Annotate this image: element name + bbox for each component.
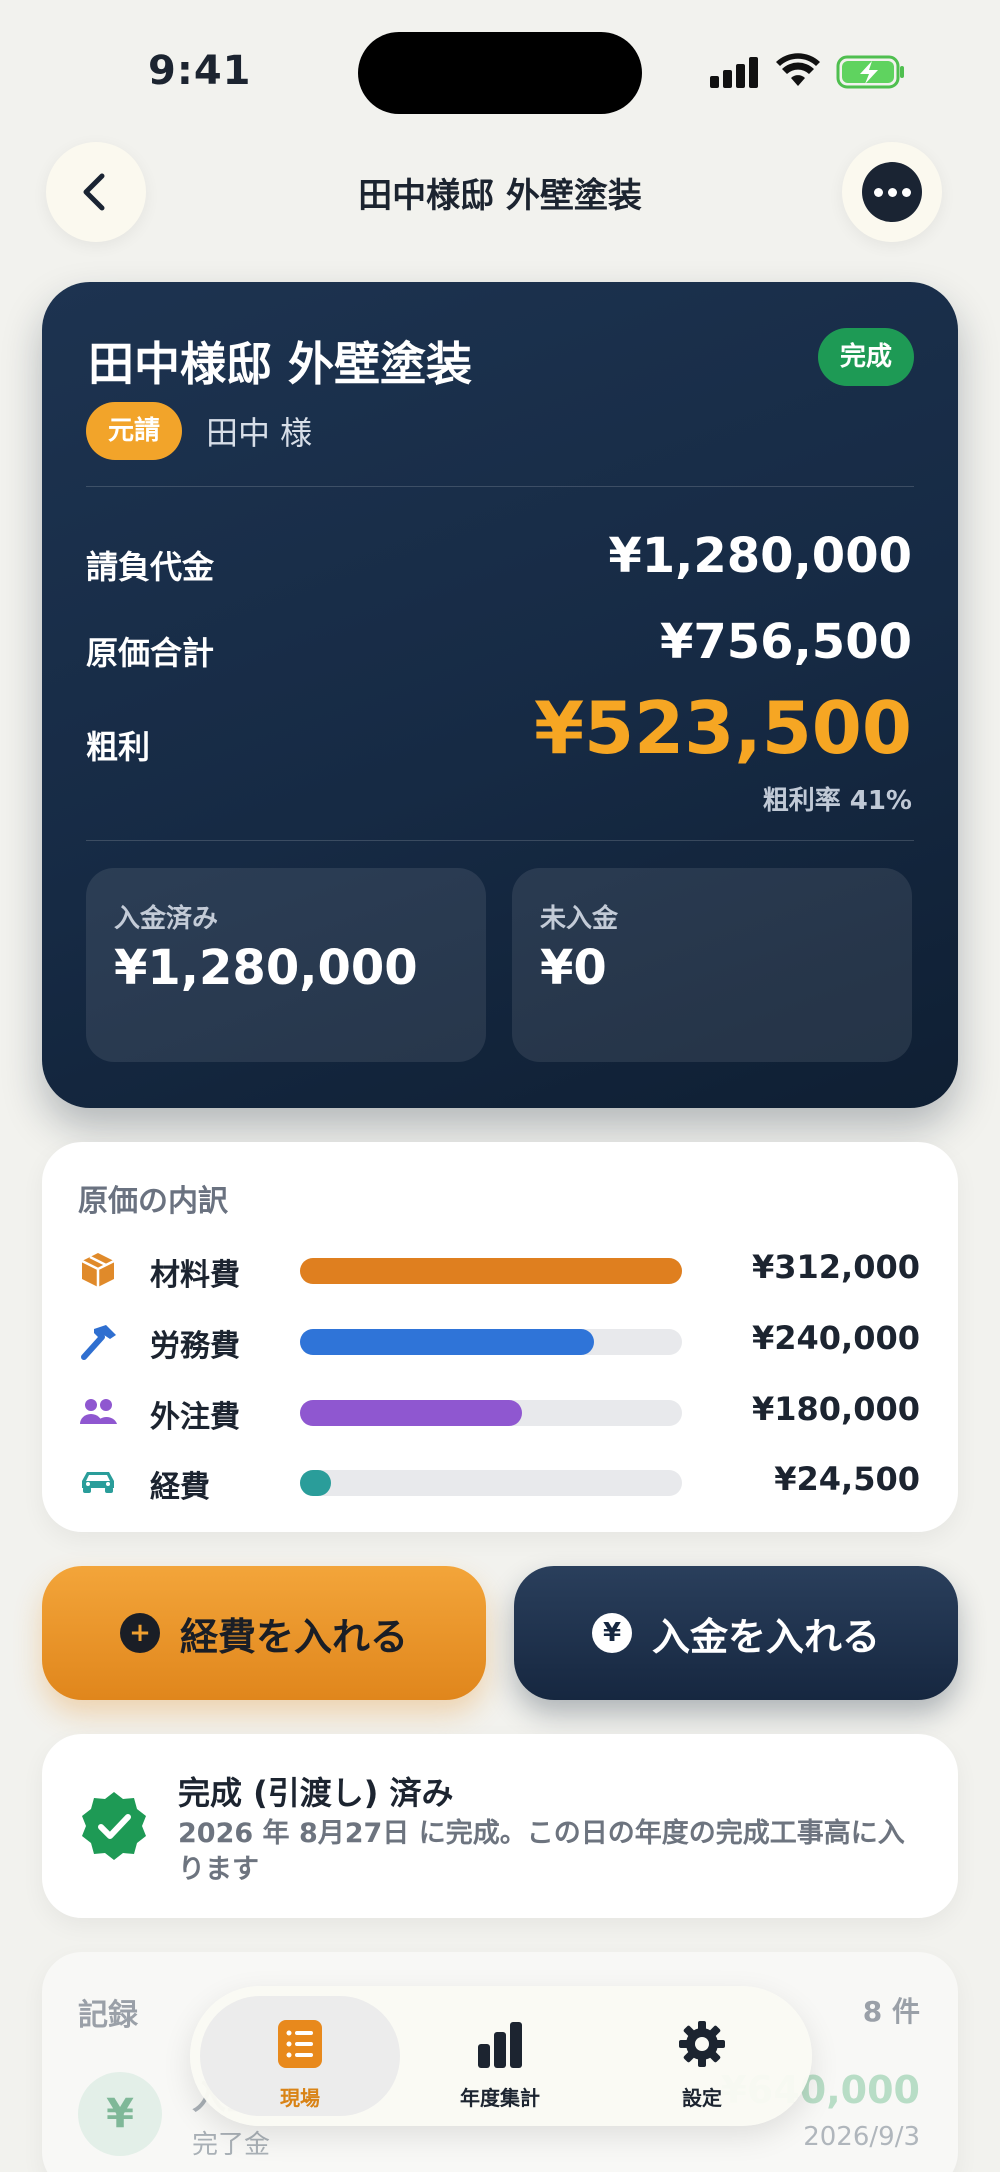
yen-icon: ¥	[78, 2072, 162, 2156]
hammer-icon	[81, 1325, 116, 1360]
status-badge: 完成	[817, 328, 914, 386]
tab-label: 設定	[682, 2086, 722, 2110]
received-label: 入金済み	[114, 904, 219, 934]
cost-label: 材料費	[150, 1258, 240, 1293]
cost-label: 労務費	[150, 1329, 240, 1364]
back-button[interactable]	[46, 142, 146, 242]
chevron-left-icon	[83, 173, 105, 211]
records-count: 8 件	[862, 1995, 920, 2028]
completion-title: 完成 (引渡し) 済み	[178, 1774, 454, 1812]
battery-charging-icon	[836, 55, 904, 89]
cost-bar-fill	[300, 1470, 331, 1496]
box-icon	[81, 1253, 115, 1287]
completion-description: 2026 年 8月27日 に完成。この日の年度の完成工事高に入ります	[178, 1818, 905, 1885]
cost-row-subcontract[interactable]: 外注費 ¥180,000	[78, 1390, 920, 1435]
cost-row-labor[interactable]: 労務費 ¥240,000	[78, 1319, 920, 1364]
project-summary-card: 田中様邸 外壁塗装 完成 元請 田中 様 請負代金 ¥1,280,000 原価合…	[42, 282, 958, 1108]
wifi-icon	[776, 53, 820, 86]
divider	[86, 486, 914, 487]
status-time: 9:41	[148, 48, 252, 94]
records-title: 記録	[78, 1998, 138, 2033]
cost-bar-fill	[300, 1258, 682, 1284]
cost-value: ¥24,500	[774, 1460, 920, 1498]
cost-bar-track	[300, 1400, 682, 1426]
more-button[interactable]	[842, 142, 942, 242]
role-tag: 元請	[86, 402, 183, 460]
record-subtitle: 完了金	[192, 2130, 271, 2160]
contract-value: ¥1,280,000	[608, 528, 912, 584]
gear-icon	[679, 2021, 725, 2067]
cost-breakdown-title: 原価の内訳	[78, 1184, 228, 1219]
dynamic-island	[358, 32, 642, 114]
ellipsis-icon	[862, 162, 922, 222]
tab-settings[interactable]: 設定	[602, 1996, 802, 2116]
cost-row-expenses[interactable]: 経費 ¥24,500	[78, 1460, 920, 1505]
cost-total-label: 原価合計	[86, 634, 215, 672]
cost-value: ¥312,000	[751, 1248, 920, 1286]
add-payment-label: 入金を入れる	[651, 1614, 880, 1659]
cost-value: ¥240,000	[751, 1319, 920, 1357]
bar-chart-icon	[478, 2022, 522, 2068]
list-icon	[278, 2020, 322, 2068]
yen-icon: ¥	[591, 1613, 632, 1653]
cost-bar-fill	[300, 1400, 522, 1426]
car-icon	[82, 1472, 114, 1493]
cost-bar-track	[300, 1329, 682, 1355]
profit-value: ¥523,500	[533, 686, 912, 770]
cost-bar-track	[300, 1470, 682, 1496]
cost-value: ¥180,000	[751, 1390, 920, 1428]
tab-sites[interactable]: 現場	[200, 1996, 400, 2116]
cellular-signal-icon	[710, 56, 760, 88]
unpaid-box: 未入金 ¥0	[512, 868, 912, 1062]
contract-label: 請負代金	[86, 548, 215, 586]
profit-rate: 粗利率 41%	[762, 786, 912, 816]
add-payment-button[interactable]: ¥ 入金を入れる	[514, 1566, 958, 1700]
page-title: 田中様邸 外壁塗装	[358, 176, 642, 216]
add-expense-button[interactable]: + 経費を入れる	[42, 1566, 486, 1700]
tab-annual-summary[interactable]: 年度集計	[400, 1996, 600, 2116]
profit-label: 粗利	[86, 728, 151, 766]
unpaid-value: ¥0	[540, 940, 607, 996]
cost-row-materials[interactable]: 材料費 ¥312,000	[78, 1248, 920, 1293]
client-name: 田中 様	[206, 414, 313, 452]
unpaid-label: 未入金	[540, 904, 619, 934]
add-expense-label: 経費を入れる	[179, 1614, 408, 1659]
cost-bar-fill	[300, 1329, 595, 1355]
cost-breakdown-card: 原価の内訳 材料費 ¥312,000 労務費 ¥240,000 外注費 ¥180…	[42, 1142, 958, 1532]
verified-check-icon	[82, 1792, 146, 1860]
cost-bar-track	[300, 1258, 682, 1284]
tab-label: 年度集計	[460, 2086, 540, 2110]
received-value: ¥1,280,000	[114, 940, 418, 996]
cost-total-value: ¥756,500	[659, 614, 912, 670]
cost-label: 経費	[150, 1470, 210, 1505]
record-date: 2026/9/3	[803, 2122, 920, 2152]
cost-label: 外注費	[150, 1400, 240, 1435]
plus-icon: +	[119, 1613, 160, 1653]
people-icon	[80, 1399, 117, 1424]
completion-notice: 完成 (引渡し) 済み 2026 年 8月27日 に完成。この日の年度の完成工事…	[42, 1734, 958, 1918]
tab-label: 現場	[280, 2086, 320, 2110]
project-title: 田中様邸 外壁塗装	[88, 337, 473, 391]
tab-bar: 現場 年度集計 設定	[190, 1986, 812, 2126]
divider	[86, 840, 914, 841]
received-box: 入金済み ¥1,280,000	[86, 868, 486, 1062]
status-bar: 9:41	[0, 0, 1000, 140]
